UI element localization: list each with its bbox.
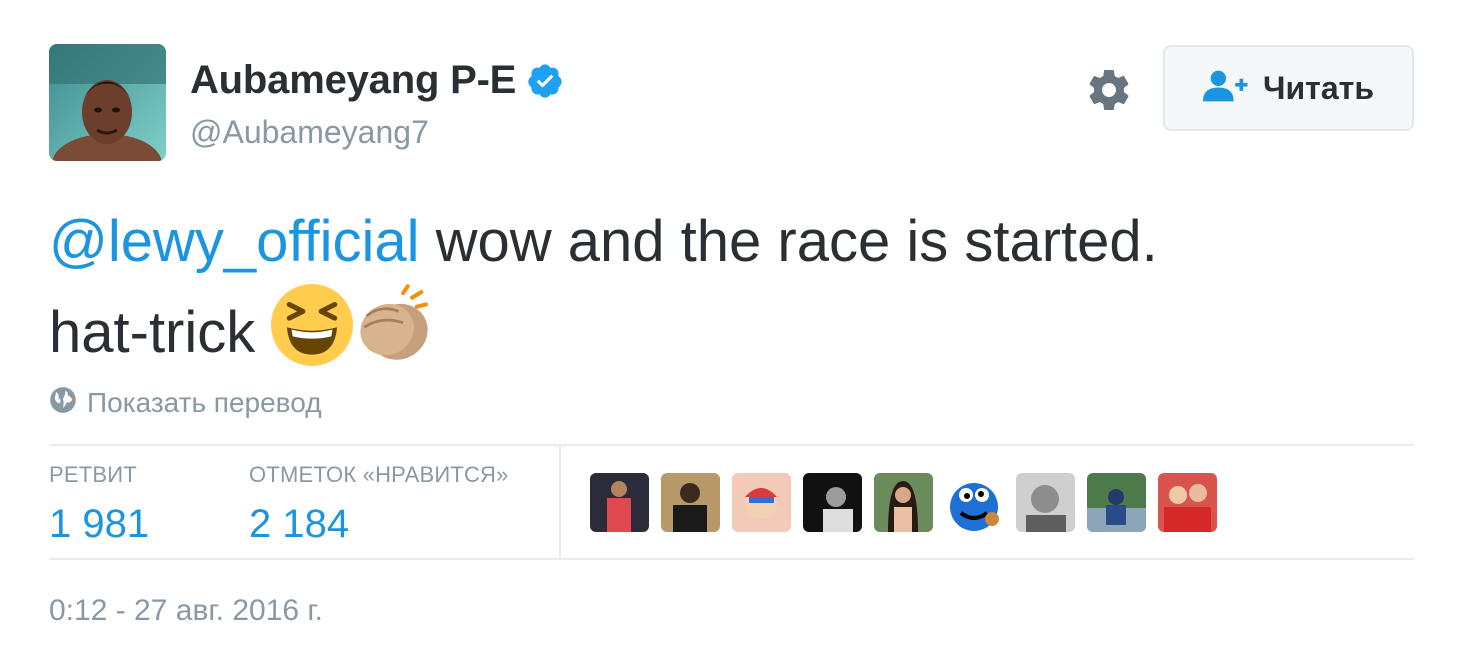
tweet-text-line2: hat-trick [49, 300, 272, 365]
liker-avatar[interactable] [732, 473, 791, 532]
divider [49, 558, 1414, 560]
verified-badge-icon [526, 62, 564, 100]
follow-button[interactable]: Читать [1163, 45, 1414, 131]
user-name-row[interactable]: Aubameyang P-E [190, 58, 564, 103]
divider [49, 444, 1414, 446]
clapping-hands-icon [353, 284, 435, 366]
retweet-stat[interactable]: РЕТВИТ 1 981 [49, 462, 149, 547]
follow-button-label: Читать [1263, 69, 1374, 106]
liker-avatar[interactable] [590, 473, 649, 532]
likers-list [590, 473, 1229, 532]
likes-stat[interactable]: ОТМЕТОК «НРАВИТСЯ» 2 184 [249, 462, 509, 547]
translate-label: Показать перевод [87, 386, 322, 418]
liker-avatar[interactable] [1158, 473, 1217, 532]
liker-avatar[interactable] [1087, 473, 1146, 532]
grinning-squinting-face-icon [271, 284, 354, 366]
gear-icon[interactable] [1085, 66, 1133, 114]
likes-count: 2 184 [249, 502, 350, 546]
liker-avatar[interactable] [803, 473, 862, 532]
globe-icon [49, 386, 77, 419]
liker-avatar[interactable] [945, 473, 1004, 532]
tweet-text: @lewy_official wow and the race is start… [49, 200, 1409, 375]
retweet-count: 1 981 [49, 502, 150, 546]
mention-link[interactable]: @lewy_official [49, 209, 420, 274]
tweet-text-line1: wow and the race is started. [419, 209, 1158, 274]
user-name[interactable]: Aubameyang P-E [190, 58, 516, 103]
tweet-timestamp[interactable]: 0:12 - 27 авг. 2016 г. [49, 594, 323, 628]
add-user-icon [1203, 69, 1249, 108]
liker-avatar[interactable] [874, 473, 933, 532]
liker-avatar[interactable] [1016, 473, 1075, 532]
retweet-label: РЕТВИТ [49, 462, 137, 487]
liker-avatar[interactable] [661, 473, 720, 532]
stats-divider [559, 446, 561, 558]
likes-label: ОТМЕТОК «НРАВИТСЯ» [249, 462, 509, 487]
avatar[interactable] [49, 44, 166, 161]
user-handle[interactable]: @Aubameyang7 [190, 114, 429, 151]
translate-link[interactable]: Показать перевод [49, 386, 322, 419]
